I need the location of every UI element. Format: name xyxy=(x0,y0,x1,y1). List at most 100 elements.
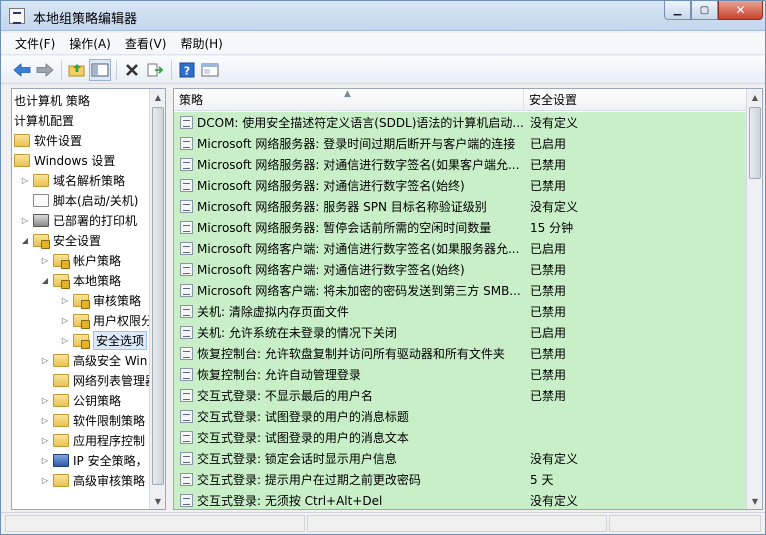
policy-row[interactable]: DCOM: 使用安全描述符定义语言(SDDL)语法的计算机启动... 没有定义 xyxy=(174,112,748,133)
policy-row[interactable]: 交互式登录: 不显示最后的用户名 已禁用 xyxy=(174,385,748,406)
show-hide-tree-icon[interactable] xyxy=(89,58,111,81)
tree-scrollbar[interactable]: ▲ ▼ xyxy=(149,89,165,509)
policy-row[interactable]: 关机: 清除虚拟内存页面文件 已禁用 xyxy=(174,301,748,322)
list-scrollbar[interactable]: ▲ ▼ xyxy=(746,89,762,509)
policy-row[interactable]: Microsoft 网络服务器: 对通信进行数字签名(始终) 已禁用 xyxy=(174,175,748,196)
policy-row[interactable]: Microsoft 网络服务器: 暂停会话前所需的空闲时间数量 15 分钟 xyxy=(174,217,748,238)
collapse-arrow-icon[interactable]: ◢ xyxy=(40,276,50,285)
tree-item[interactable]: 计算机配置 xyxy=(14,110,74,130)
tree-item-label: 也计算机 策略 xyxy=(14,93,90,108)
expand-arrow-icon[interactable]: ▷ xyxy=(60,336,70,345)
policy-row[interactable]: Microsoft 网络服务器: 登录时间过期后断开与客户端的连接 已启用 xyxy=(174,133,748,154)
expand-arrow-icon[interactable]: ▷ xyxy=(40,396,50,405)
tree-item[interactable]: ▷ 高级安全 Win xyxy=(40,350,147,370)
policy-list: 策略 ▲ 安全设置 DCOM: 使用安全描述符定义语言(SDDL)语法的计算机启… xyxy=(173,88,763,510)
policy-name: 关机: 清除虚拟内存页面文件 xyxy=(197,305,349,319)
svg-text:?: ? xyxy=(184,64,190,77)
policy-icon xyxy=(180,116,193,129)
security-folder-icon xyxy=(53,273,70,289)
expand-arrow-icon[interactable]: ▷ xyxy=(60,316,70,325)
policy-setting: 已启用 xyxy=(530,137,567,151)
policy-editor-icon xyxy=(9,8,25,24)
help-icon[interactable]: ? xyxy=(176,59,198,81)
status-segment xyxy=(609,515,761,532)
menu-help[interactable]: 帮助(H) xyxy=(180,35,222,52)
tree-item[interactable]: ▷ 用户权限分 xyxy=(60,310,153,330)
back-icon[interactable] xyxy=(11,59,33,81)
title-bar[interactable]: 本地组策略编辑器 ▁ ▢ ✕ xyxy=(1,1,765,31)
scroll-down-icon[interactable]: ▼ xyxy=(150,493,165,509)
tree-item[interactable]: 网络列表管理器 xyxy=(40,370,157,390)
tree-item-label: 高级审核策略 xyxy=(73,473,146,488)
tree-item[interactable]: 脚本(启动/关机) xyxy=(20,190,138,210)
scroll-up-icon[interactable]: ▲ xyxy=(747,89,762,105)
policy-row[interactable]: 交互式登录: 试图登录的用户的消息标题 xyxy=(174,406,748,427)
expand-arrow-icon[interactable]: ▷ xyxy=(40,436,50,445)
up-folder-icon[interactable] xyxy=(66,59,88,81)
tree-item[interactable]: 也计算机 策略 xyxy=(14,90,90,110)
tree-item[interactable]: ▷ 公钥策略 xyxy=(40,390,121,410)
expand-arrow-icon[interactable]: ▷ xyxy=(40,356,50,365)
policy-row[interactable]: Microsoft 网络客户端: 对通信进行数字签名(如果服务器允... 已启用 xyxy=(174,238,748,259)
expand-arrow-icon[interactable]: ▷ xyxy=(40,476,50,485)
expand-arrow-icon[interactable]: ▷ xyxy=(20,216,30,225)
scroll-down-icon[interactable]: ▼ xyxy=(747,493,762,509)
tree-item-label: 公钥策略 xyxy=(73,393,122,408)
expand-arrow-icon[interactable]: ▷ xyxy=(40,416,50,425)
maximize-button[interactable]: ▢ xyxy=(691,1,718,20)
column-header-policy[interactable]: 策略 ▲ xyxy=(174,89,524,111)
scroll-thumb[interactable] xyxy=(152,107,164,485)
console-tree[interactable]: 也计算机 策略 计算机配置软件设置 Windows 设置 ▷ 域名解析策略 脚本(启动/关… xyxy=(11,88,166,510)
policy-row[interactable]: 交互式登录: 锁定会话时显示用户信息 没有定义 xyxy=(174,448,748,469)
policy-row[interactable]: 恢复控制台: 允许自动管理登录 已禁用 xyxy=(174,364,748,385)
menu-action[interactable]: 操作(A) xyxy=(69,35,111,52)
tree-item-label: 帐户策略 xyxy=(73,253,122,268)
policy-row[interactable]: 恢复控制台: 允许软盘复制并访问所有驱动器和所有文件夹 已禁用 xyxy=(174,343,748,364)
expand-arrow-icon[interactable]: ▷ xyxy=(40,456,50,465)
expand-arrow-icon[interactable]: ▷ xyxy=(40,256,50,265)
tree-item[interactable]: 软件设置 xyxy=(14,130,82,150)
expand-arrow-icon[interactable]: ▷ xyxy=(20,176,30,185)
policy-row[interactable]: Microsoft 网络服务器: 对通信进行数字签名(如果客户端允... 已禁用 xyxy=(174,154,748,175)
menu-file[interactable]: 文件(F) xyxy=(15,35,55,52)
policy-row[interactable]: 关机: 允许系统在未登录的情况下关闭 已启用 xyxy=(174,322,748,343)
tree-item[interactable]: ▷ 域名解析策略 xyxy=(20,170,125,190)
minimize-button[interactable]: ▁ xyxy=(664,1,691,20)
folder-icon xyxy=(53,373,69,387)
tree-item[interactable]: ▷ 审核策略 xyxy=(60,290,141,310)
scroll-thumb[interactable] xyxy=(749,107,761,179)
policy-row[interactable]: 交互式登录: 无须按 Ctrl+Alt+Del 没有定义 xyxy=(174,490,748,509)
tree-item[interactable]: ▷ 高级审核策略 xyxy=(40,470,145,490)
tree-item-label: 计算机配置 xyxy=(14,113,75,128)
toolbar-separator xyxy=(61,59,62,80)
tree-item[interactable]: ▷ IP 安全策略， xyxy=(40,450,148,470)
ip-security-icon xyxy=(53,453,69,467)
tree-item[interactable]: ▷ 已部署的打印机 xyxy=(20,210,137,230)
tree-item-label: 网络列表管理器 xyxy=(73,373,158,388)
policy-icon xyxy=(180,452,193,465)
policy-row[interactable]: 交互式登录: 提示用户在过期之前更改密码 5 天 xyxy=(174,469,748,490)
tree-item[interactable]: ◢ 本地策略 xyxy=(40,270,121,290)
delete-icon[interactable] xyxy=(121,59,143,81)
policy-row[interactable]: Microsoft 网络客户端: 将未加密的密码发送到第三方 SMB... 已禁用 xyxy=(174,280,748,301)
policy-row[interactable]: Microsoft 网络服务器: 服务器 SPN 目标名称验证级别 没有定义 xyxy=(174,196,748,217)
policy-row[interactable]: Microsoft 网络客户端: 对通信进行数字签名(始终) 已禁用 xyxy=(174,259,748,280)
tree-item[interactable]: ▷ 安全选项 xyxy=(60,330,148,350)
menu-view[interactable]: 查看(V) xyxy=(125,35,167,52)
close-button[interactable]: ✕ xyxy=(718,1,763,20)
scroll-up-icon[interactable]: ▲ xyxy=(150,89,165,105)
forward-icon[interactable] xyxy=(34,59,56,81)
export-icon[interactable] xyxy=(144,59,166,81)
properties-icon[interactable] xyxy=(199,59,221,81)
tree-item[interactable]: ▷ 软件限制策略 xyxy=(40,410,145,430)
collapse-arrow-icon[interactable]: ◢ xyxy=(20,236,30,245)
column-label-setting: 安全设置 xyxy=(529,93,578,107)
policy-name: Microsoft 网络客户端: 对通信进行数字签名(如果服务器允... xyxy=(197,242,520,256)
tree-item[interactable]: ▷ 帐户策略 xyxy=(40,250,121,270)
policy-row[interactable]: 交互式登录: 试图登录的用户的消息文本 xyxy=(174,427,748,448)
tree-item[interactable]: ◢ 安全设置 xyxy=(20,230,101,250)
tree-item[interactable]: ▷ 应用程序控制 xyxy=(40,430,145,450)
column-header-setting[interactable]: 安全设置 xyxy=(524,89,748,111)
expand-arrow-icon[interactable]: ▷ xyxy=(60,296,70,305)
tree-item[interactable]: Windows 设置 xyxy=(14,150,115,170)
